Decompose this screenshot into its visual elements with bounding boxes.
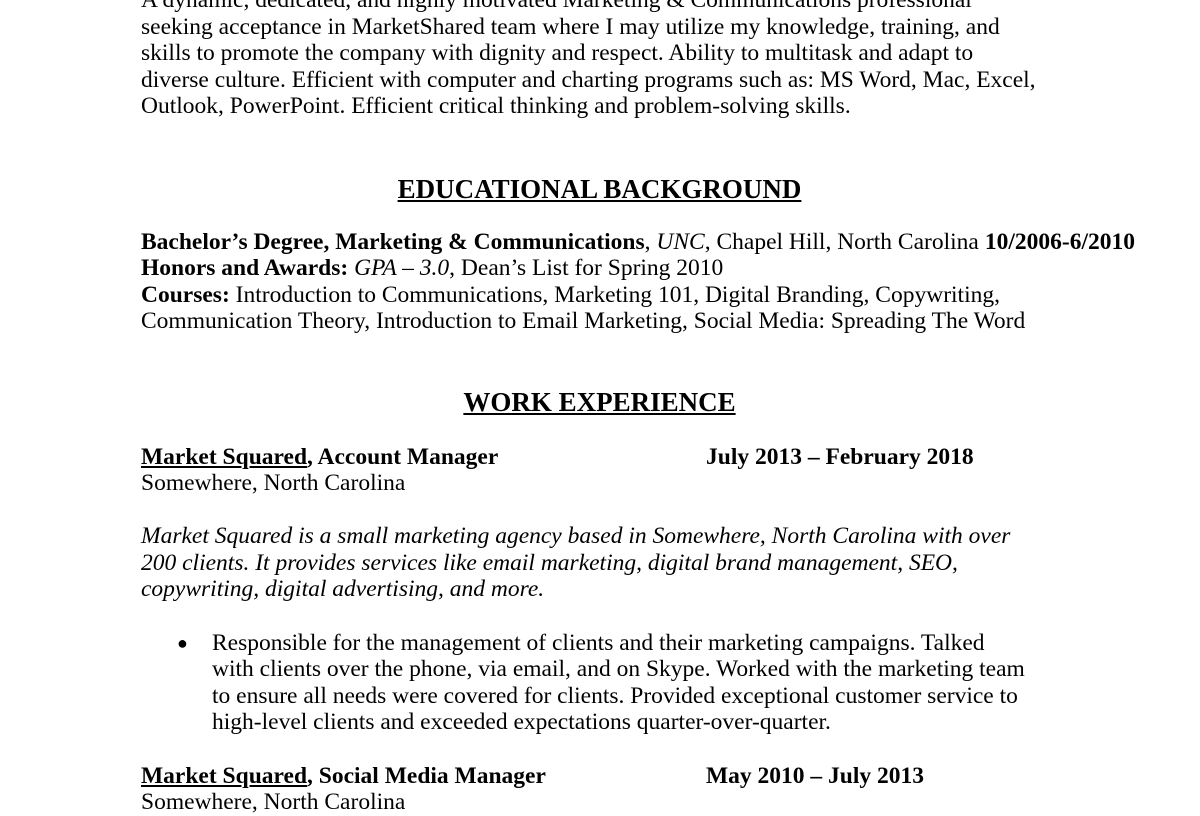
summary-paragraph: A dynamic, dedicated, and highly motivat… bbox=[141, 0, 1036, 119]
job-entry: Market Squared, Account Manager July 2013… bbox=[141, 444, 1061, 736]
job-entry: Market Squared, Social Media Manager May … bbox=[141, 763, 1061, 816]
list-item: ● Responsible for the management of clien… bbox=[141, 630, 1032, 736]
company-name: Market Squared bbox=[141, 443, 308, 470]
honors-line: Honors and Awards: GPA – 3.0, Dean’s Lis… bbox=[141, 255, 1061, 282]
courses-line: Courses: Introduction to Communications,… bbox=[141, 282, 1061, 309]
job-location: Somewhere, North Carolina bbox=[141, 470, 406, 496]
job-title-row: Market Squared, Social Media Manager May … bbox=[141, 763, 1061, 790]
job-title: , Social Media Manager bbox=[307, 762, 546, 789]
courses-line-2: Communication Theory, Introduction to Em… bbox=[141, 308, 1026, 334]
school-name: UNC bbox=[656, 228, 705, 255]
company-name: Market Squared bbox=[141, 762, 308, 789]
degree-line: Bachelor’s Degree, Marketing & Communica… bbox=[141, 228, 1135, 255]
job-dates: July 2013 – February 2018 bbox=[706, 443, 974, 470]
education-section: Bachelor’s Degree, Marketing & Communica… bbox=[141, 228, 1135, 335]
job-bullets: ● Responsible for the management of clien… bbox=[141, 630, 1061, 736]
resume-page: A dynamic, dedicated, and highly motivat… bbox=[141, 0, 1135, 816]
bullet-text: Responsible for the management of client… bbox=[212, 629, 1025, 736]
courses-list-1: Introduction to Communications, Marketin… bbox=[235, 281, 1000, 308]
education-heading: EDUCATIONAL BACKGROUND bbox=[397, 173, 802, 204]
job-title: , Account Manager bbox=[307, 443, 499, 470]
job-description: Market Squared is a small marketing agen… bbox=[141, 523, 1011, 602]
job-location: Somewhere, North Carolina bbox=[141, 789, 406, 815]
bullet-icon: ● bbox=[177, 632, 188, 653]
honors-label: Honors and Awards: bbox=[141, 255, 349, 281]
gpa-value: GPA – 3.0 bbox=[354, 255, 450, 281]
school-location: , Chapel Hill, North Carolina bbox=[704, 228, 979, 255]
education-dates: 10/2006-6/2010 bbox=[984, 228, 1135, 255]
degree-name: Bachelor’s Degree, Marketing & Communica… bbox=[141, 228, 645, 255]
job-title-row: Market Squared, Account Manager July 2013… bbox=[141, 444, 1061, 471]
job-dates: May 2010 – July 2013 bbox=[706, 762, 925, 789]
honors-text: , Dean’s List for Spring 2010 bbox=[449, 255, 724, 281]
courses-label: Courses: bbox=[141, 281, 230, 308]
work-heading: WORK EXPERIENCE bbox=[463, 386, 736, 417]
